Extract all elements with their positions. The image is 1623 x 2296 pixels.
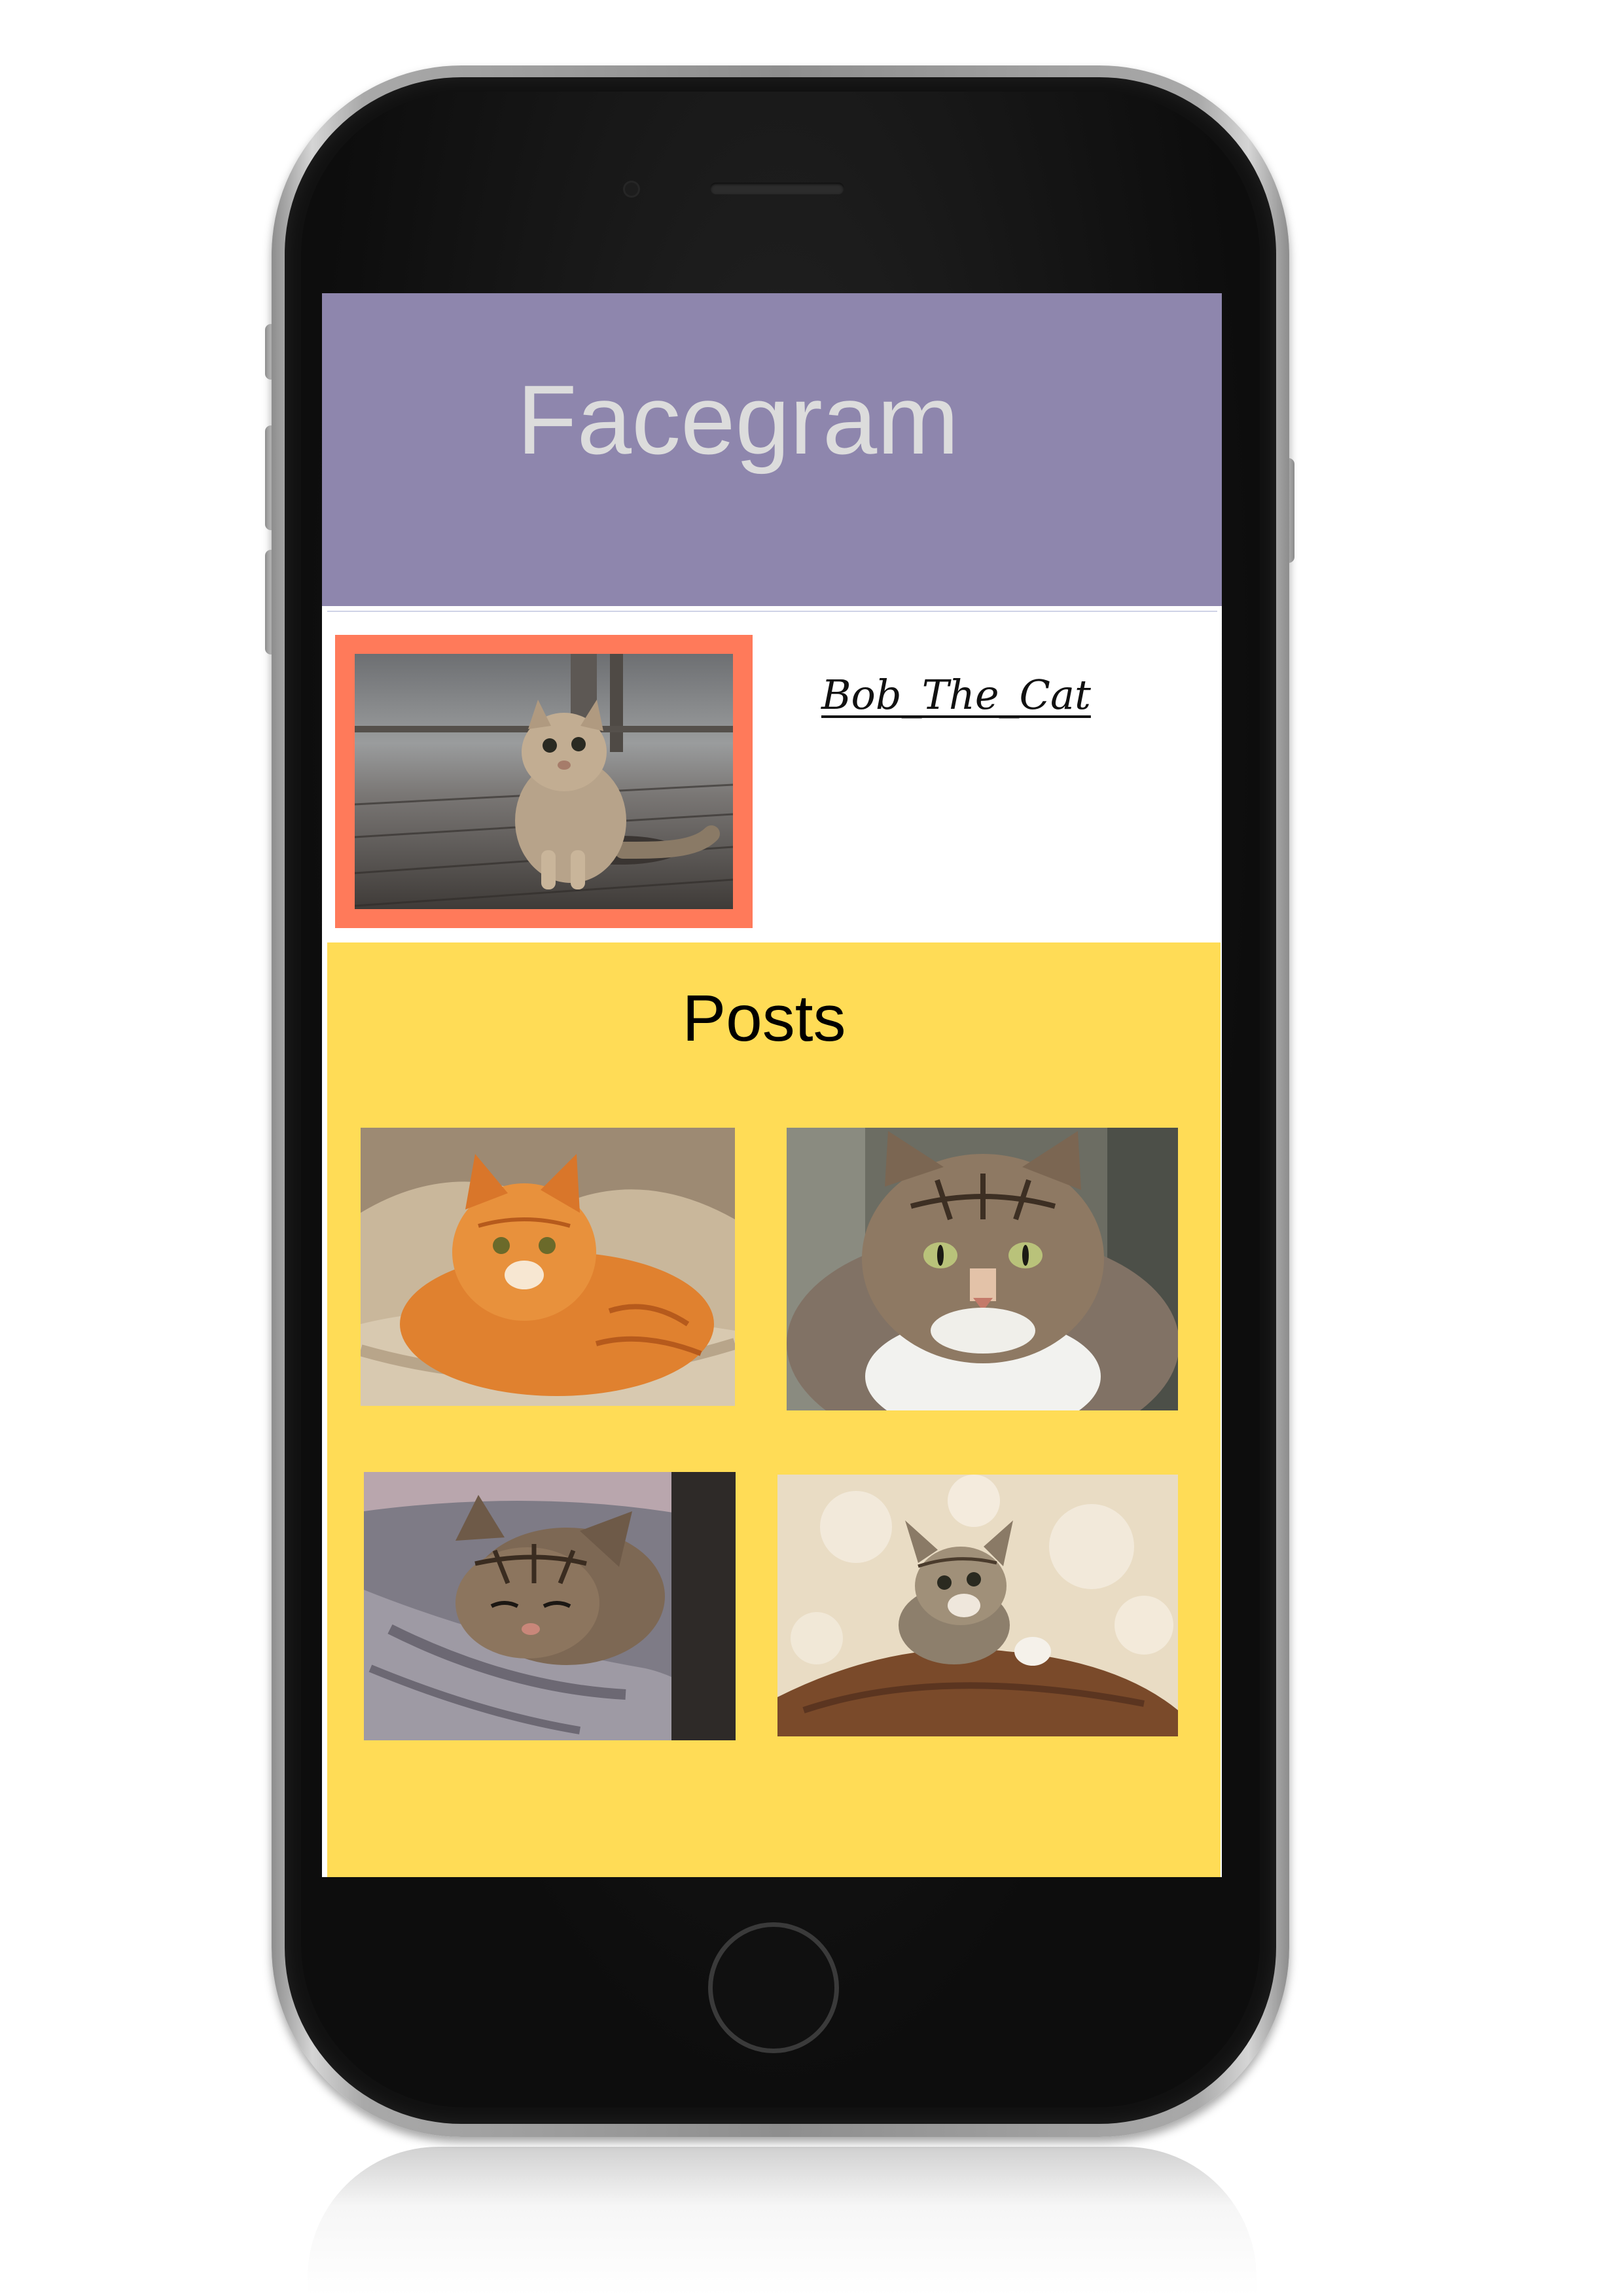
app-title: Facegram [517, 365, 959, 475]
post-thumbnail-1[interactable] [361, 1128, 735, 1406]
kitten-looking-up-photo-icon [777, 1475, 1178, 1736]
phone-reflection [308, 2147, 1257, 2296]
posts-heading: Posts [682, 982, 846, 1055]
app-header: Facegram [322, 293, 1222, 606]
post-thumbnail-2[interactable] [787, 1128, 1178, 1410]
earpiece-speaker [710, 183, 844, 194]
orange-tabby-cat-photo-icon [361, 1128, 735, 1406]
tabby-white-cat-face-photo-icon [787, 1128, 1178, 1410]
phone-mockup: Facegram Bob_The_Cat Posts [0, 0, 1623, 2296]
profile-avatar[interactable] [335, 635, 753, 928]
posts-section: Posts [327, 942, 1221, 1877]
post-thumbnail-3[interactable] [364, 1472, 736, 1740]
home-button[interactable] [708, 1922, 839, 2053]
app-screen: Facegram Bob_The_Cat Posts [322, 293, 1222, 1877]
profile-username[interactable]: Bob_The_Cat [821, 671, 1091, 719]
sleeping-tabby-kitten-photo-icon [364, 1472, 736, 1740]
front-camera-icon [625, 183, 638, 196]
profile-cat-photo-icon [355, 654, 733, 909]
profile-section: Bob_The_Cat [327, 611, 1217, 942]
post-thumbnail-4[interactable] [777, 1475, 1178, 1736]
